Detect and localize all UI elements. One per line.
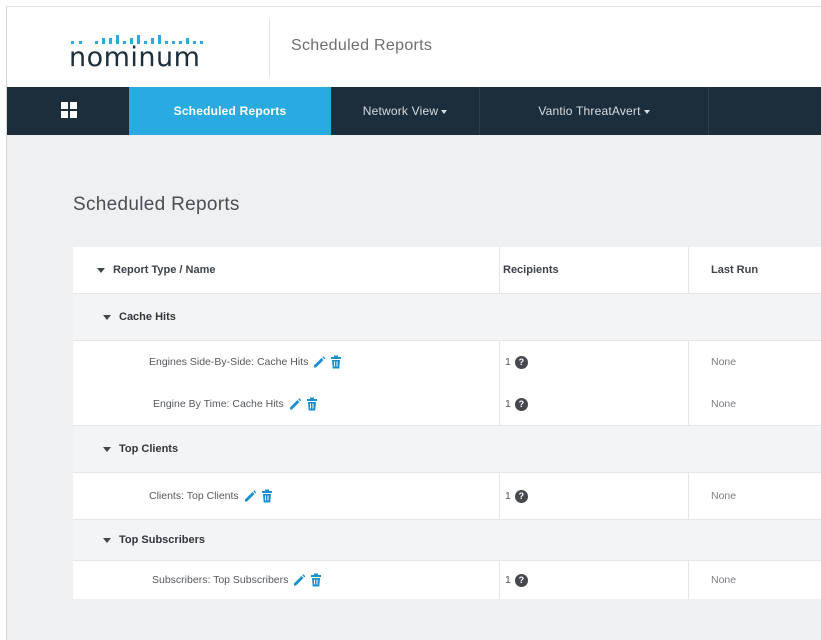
table-row: Engine By Time: Cache Hits 1 ? None <box>73 383 821 425</box>
recipients-cell: 1 ? <box>505 561 528 599</box>
group-row-cache-hits[interactable]: Cache Hits <box>73 294 821 340</box>
column-header-label: Report Type / Name <box>113 264 216 276</box>
column-divider <box>688 341 689 383</box>
help-circle-icon[interactable]: ? <box>514 573 528 587</box>
app-header: nominum Scheduled Reports <box>7 7 821 87</box>
nominum-logo[interactable]: nominum <box>69 31 239 79</box>
last-run-cell: None <box>711 490 737 502</box>
nav-tab-scheduled-reports[interactable]: Scheduled Reports <box>129 87 331 135</box>
caret-down-icon <box>441 109 448 114</box>
header-divider <box>269 19 270 77</box>
nav-tab-label: Vantio ThreatAvert <box>538 104 641 118</box>
logo-wordmark: nominum <box>69 42 201 73</box>
trash-icon[interactable] <box>306 397 318 411</box>
column-header-label: Recipients <box>503 264 559 276</box>
column-divider <box>688 383 689 425</box>
help-circle-icon[interactable]: ? <box>514 355 528 369</box>
report-name-cell: Clients: Top Clients <box>149 473 273 519</box>
table-row: Clients: Top Clients 1 ? None <box>73 473 821 519</box>
column-divider <box>499 383 500 425</box>
column-divider <box>499 473 500 519</box>
table-row: Engines Side-By-Side: Cache Hits 1 ? Non… <box>73 341 821 383</box>
page-title: Scheduled Reports <box>73 194 240 215</box>
column-divider <box>688 247 689 293</box>
pencil-icon[interactable] <box>312 355 326 369</box>
recipients-count: 1 <box>505 398 511 410</box>
recipients-cell: 1 ? <box>505 341 528 383</box>
grid-icon[interactable] <box>61 102 77 118</box>
trash-icon[interactable] <box>330 355 342 369</box>
column-header-report-type[interactable]: Report Type / Name <box>97 247 216 293</box>
report-name: Engine By Time: Cache Hits <box>153 398 284 410</box>
report-name: Engines Side-By-Side: Cache Hits <box>149 356 309 368</box>
column-header-recipients[interactable]: Recipients <box>503 247 559 293</box>
caret-down-icon <box>643 109 650 114</box>
app-frame: nominum Scheduled Reports Scheduled Repo… <box>6 6 821 640</box>
recipients-count: 1 <box>505 574 511 586</box>
column-header-label: Last Run <box>711 264 759 276</box>
recipients-count: 1 <box>505 490 511 502</box>
trash-icon[interactable] <box>261 489 273 503</box>
pencil-icon[interactable] <box>243 489 257 503</box>
pencil-icon[interactable] <box>288 397 302 411</box>
last-run-cell: None <box>711 398 737 410</box>
header-title: Scheduled Reports <box>291 37 433 54</box>
nav-tab-label: Scheduled Reports <box>173 104 287 118</box>
report-name-cell: Subscribers: Top Subscribers <box>152 561 322 599</box>
column-divider <box>499 561 500 599</box>
column-header-last-run[interactable]: Last Run <box>711 247 758 293</box>
recipients-cell: 1 ? <box>505 383 528 425</box>
nav-tab-network-view[interactable]: Network View <box>331 87 479 135</box>
report-name: Subscribers: Top Subscribers <box>152 574 289 586</box>
nav-separator <box>708 87 709 135</box>
help-circle-icon[interactable]: ? <box>514 397 528 411</box>
reports-table: Report Type / Name Recipients Last Run C… <box>73 247 821 599</box>
group-label: Cache Hits <box>119 311 176 323</box>
triangle-down-icon <box>103 537 111 543</box>
group-row-top-clients[interactable]: Top Clients <box>73 426 821 472</box>
nav-tab-vantio-threatavert[interactable]: Vantio ThreatAvert <box>480 87 708 135</box>
last-run-cell: None <box>711 574 737 586</box>
group-row-top-subscribers[interactable]: Top Subscribers <box>73 520 821 560</box>
table-header-row: Report Type / Name Recipients Last Run <box>73 247 821 293</box>
column-divider <box>688 561 689 599</box>
report-name: Clients: Top Clients <box>149 490 239 502</box>
group-label: Top Subscribers <box>119 534 205 546</box>
triangle-down-icon <box>103 314 111 320</box>
column-divider <box>499 247 500 293</box>
last-run-cell: None <box>711 356 737 368</box>
column-divider <box>499 341 500 383</box>
group-label: Top Clients <box>119 443 179 455</box>
recipients-count: 1 <box>505 356 511 368</box>
nav-tab-label: Network View <box>362 104 439 118</box>
main-nav: Scheduled Reports Network View Vantio Th… <box>7 87 821 135</box>
recipients-cell: 1 ? <box>505 473 528 519</box>
triangle-down-icon <box>97 267 105 273</box>
pencil-icon[interactable] <box>292 573 306 587</box>
table-row: Subscribers: Top Subscribers 1 ? None <box>73 561 821 599</box>
report-name-cell: Engine By Time: Cache Hits <box>153 383 318 425</box>
help-circle-icon[interactable]: ? <box>514 489 528 503</box>
report-name-cell: Engines Side-By-Side: Cache Hits <box>149 341 342 383</box>
trash-icon[interactable] <box>310 573 322 587</box>
triangle-down-icon <box>103 446 111 452</box>
column-divider <box>688 473 689 519</box>
